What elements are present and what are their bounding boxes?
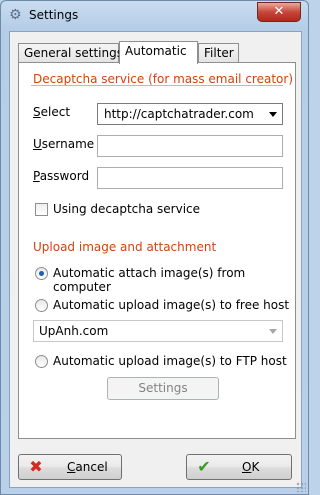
use-decaptcha-checkbox[interactable] (35, 203, 48, 216)
cancel-button[interactable]: ✖ Cancel (18, 454, 122, 480)
chevron-down-icon (269, 112, 277, 117)
chevron-down-icon (269, 329, 277, 334)
settings-window: ⚙ Settings ✕ General settings Automatic … (0, 0, 309, 495)
tab-automatic[interactable]: Automatic (119, 41, 198, 64)
captcha-service-select[interactable]: http://captchatrader.com (97, 103, 283, 125)
use-decaptcha-label[interactable]: Using decaptcha service (53, 202, 200, 216)
captcha-service-value: http://captchatrader.com (104, 107, 254, 121)
settings-app-icon: ⚙ (9, 7, 22, 23)
tab-general-settings[interactable]: General settings (18, 43, 123, 63)
attach-from-computer-label[interactable]: Automatic attach image(s) from computer (53, 266, 295, 294)
dialog-client-area: General settings Automatic Filter Decapt… (9, 31, 302, 488)
username-field[interactable] (97, 135, 283, 157)
ok-button[interactable]: ✔ OK (186, 454, 292, 480)
close-icon: ✕ (273, 4, 285, 19)
username-label: Username (33, 137, 95, 151)
password-field[interactable] (97, 167, 283, 189)
upload-group-title: Upload image and attachment (33, 240, 217, 254)
tab-filter[interactable]: Filter (198, 43, 239, 63)
window-title: Settings (29, 8, 79, 22)
tab-label: General settings (24, 46, 123, 60)
cancel-label: Cancel (67, 460, 108, 474)
radio-upload-free-host[interactable] (35, 299, 48, 312)
password-label: Password (33, 169, 90, 183)
ftp-settings-button[interactable]: Settings (107, 377, 219, 400)
close-button[interactable]: ✕ (257, 2, 301, 22)
upload-free-host-label[interactable]: Automatic upload image(s) to free host (53, 298, 289, 312)
radio-attach-from-computer[interactable] (35, 267, 48, 280)
red-x-icon: ✖ (29, 457, 43, 476)
tab-label: Filter (204, 46, 234, 60)
select-label: Select (33, 105, 71, 119)
free-host-value: UpAnh.com (39, 324, 109, 338)
radio-upload-ftp-host[interactable] (35, 355, 48, 368)
green-check-icon: ✔ (197, 457, 211, 476)
free-host-select[interactable]: UpAnh.com (33, 320, 283, 342)
decaptcha-separator (31, 85, 283, 86)
title-bar[interactable]: ⚙ Settings ✕ (1, 1, 308, 31)
decaptcha-group-title: Decaptcha service (for mass email creato… (33, 72, 293, 86)
resize-grip[interactable] (296, 482, 306, 492)
upload-ftp-host-label[interactable]: Automatic upload image(s) to FTP host (53, 354, 287, 368)
automatic-tab-panel: Decaptcha service (for mass email creato… (18, 62, 296, 439)
tab-label: Automatic (125, 44, 187, 58)
ok-label: OK (242, 460, 260, 474)
